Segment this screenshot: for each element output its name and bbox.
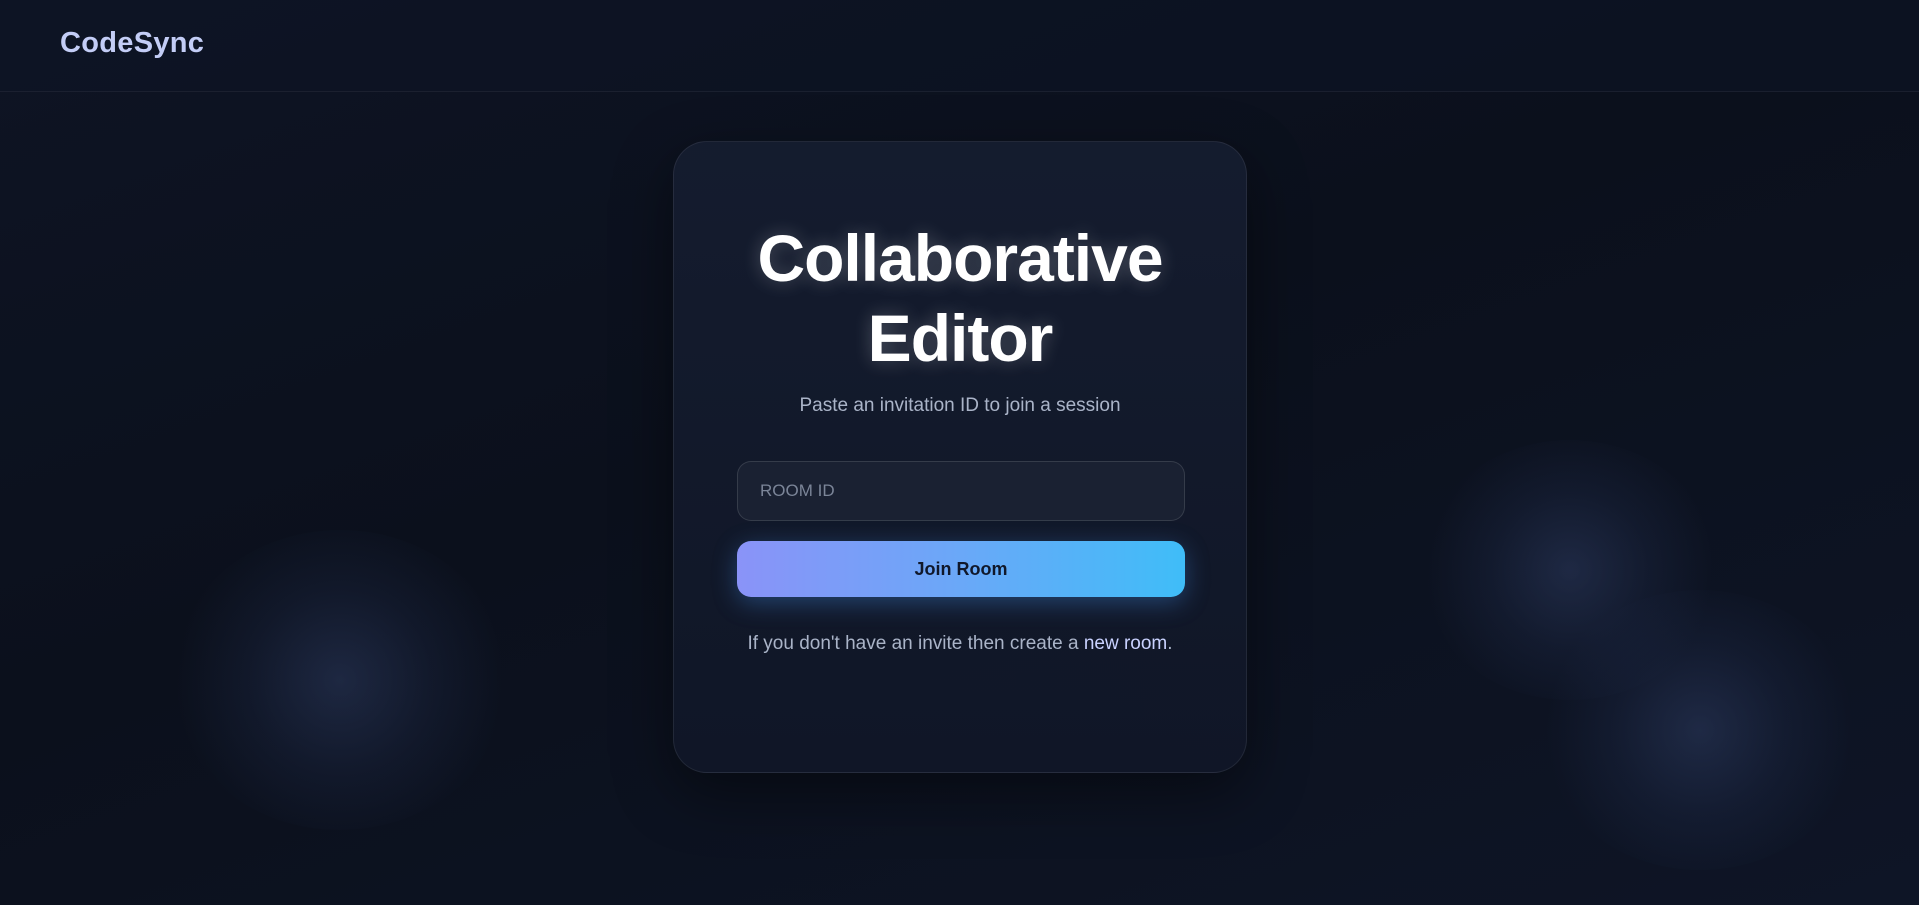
create-room-prompt-text: If you don't have an invite then create … — [747, 633, 1084, 654]
join-room-card: Collaborative Editor Paste an invitation… — [673, 141, 1247, 773]
page-subtitle: Paste an invitation ID to join a session — [799, 395, 1121, 416]
background-glow-right-top — [1420, 440, 1720, 700]
background-glow-left — [170, 530, 510, 830]
top-navbar: CodeSync — [0, 0, 1919, 92]
join-room-button[interactable]: Join Room — [737, 541, 1185, 597]
title-line-1: Collaborative — [757, 221, 1163, 295]
create-room-prompt: If you don't have an invite then create … — [674, 633, 1246, 655]
app-logo[interactable]: CodeSync — [60, 27, 204, 60]
title-line-2: Editor — [867, 301, 1054, 375]
background-glow-right-bottom — [1540, 590, 1860, 870]
room-id-input[interactable] — [737, 461, 1185, 521]
create-room-prompt-suffix: . — [1167, 633, 1173, 654]
page-title: Collaborative Editor — [674, 218, 1246, 378]
new-room-link[interactable]: new room — [1084, 633, 1167, 654]
